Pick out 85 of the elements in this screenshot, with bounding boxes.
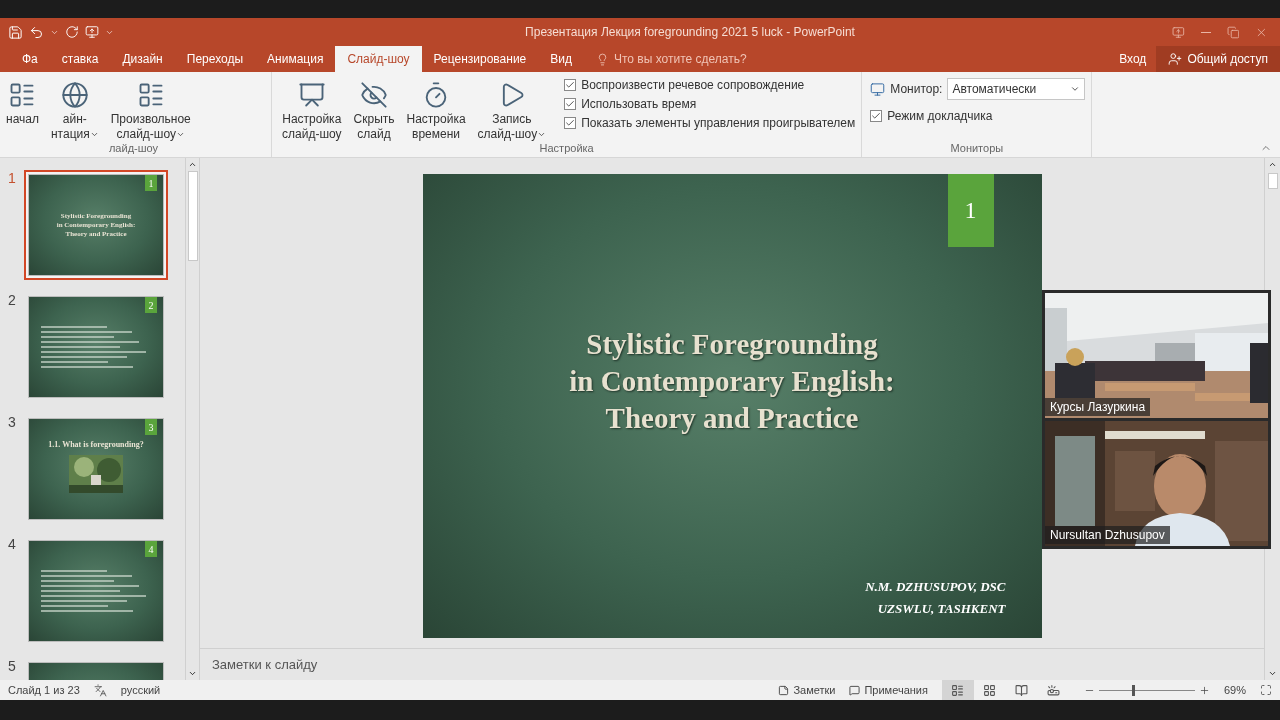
- view-button[interactable]: [941, 680, 974, 700]
- ribbon-button[interactable]: начал: [2, 76, 43, 129]
- scroll-down-icon[interactable]: [1268, 669, 1277, 678]
- slide-number: 2: [8, 292, 17, 310]
- slide-number: 5: [8, 658, 17, 676]
- participant-name: Курсы Лазуркина: [1045, 398, 1151, 416]
- checkbox[interactable]: [564, 117, 577, 129]
- zoom-level[interactable]: 69%: [1223, 684, 1246, 696]
- group-label: Настройка: [538, 141, 595, 156]
- author-text: UZSWLU, TASHKENT: [876, 600, 1006, 618]
- ribbon-button[interactable]: Произвольное слайд-шоу: [106, 76, 195, 144]
- ribbon-button[interactable]: айн- нтация: [46, 76, 103, 144]
- scroll-up-icon[interactable]: [1268, 160, 1277, 169]
- share-button[interactable]: Общий доступ: [1156, 46, 1280, 72]
- checkbox[interactable]: [564, 79, 577, 91]
- ribbon-tab[interactable]: Дизайн: [110, 46, 175, 72]
- ribbon-button[interactable]: Скрыть слайд: [349, 76, 399, 144]
- language-label[interactable]: русский: [120, 684, 161, 696]
- slide-number-badge: 1: [947, 174, 994, 247]
- tell-me-field[interactable]: Что вы хотите сделать?: [584, 46, 759, 72]
- ribbon-tab[interactable]: Переходы: [174, 46, 256, 72]
- window-title: Презентация Лекция foregrounding 2021 5 luck - PowerPoint: [524, 25, 856, 39]
- checkbox-label: Воспроизвести речевое сопровождение: [581, 78, 805, 92]
- globe-icon: [60, 81, 89, 109]
- zoom-in-icon[interactable]: [1198, 684, 1210, 696]
- book-icon: [1015, 683, 1029, 697]
- notes-button[interactable]: Заметки: [778, 684, 836, 696]
- slideshow-icon[interactable]: [85, 25, 99, 39]
- monitor-icon: [870, 81, 886, 97]
- hidden-slide-icon: [360, 81, 389, 109]
- comments-button[interactable]: Примечания: [849, 684, 928, 696]
- scrollbar-thumb[interactable]: [187, 171, 198, 261]
- ribbon-button[interactable]: Запись слайд-шоу: [473, 76, 551, 144]
- participant-name: Nursultan Dzhusupov: [1045, 526, 1170, 544]
- ribbon-tab[interactable]: Вид: [538, 46, 584, 72]
- lightbulb-icon: [596, 52, 609, 66]
- normal-view-icon: [951, 683, 965, 697]
- display-options-icon[interactable]: [1172, 25, 1185, 39]
- slide-number-badge: 3: [145, 419, 157, 435]
- scroll-down-icon[interactable]: [188, 669, 197, 678]
- group-label: Мониторы: [949, 141, 1005, 156]
- checkbox-label: Показать элементы управления проигрывателем: [581, 116, 856, 130]
- checkbox[interactable]: [870, 110, 883, 122]
- slide-number: 4: [8, 536, 17, 554]
- scroll-up-icon[interactable]: [188, 160, 197, 169]
- undo-icon[interactable]: [29, 24, 44, 40]
- minimize-icon[interactable]: [1200, 31, 1211, 33]
- checkbox[interactable]: [564, 98, 577, 110]
- checkbox-label: Режим докладчика: [887, 109, 993, 123]
- slide-number-badge: 2: [145, 297, 157, 313]
- projector-icon: [1047, 683, 1061, 697]
- scrollbar-thumb[interactable]: [1267, 173, 1278, 189]
- slide-number: 1: [8, 170, 17, 188]
- ribbon-button[interactable]: Настройка времени: [402, 76, 470, 144]
- group-label: лайд-шоу: [107, 141, 160, 156]
- slide-title: Stylistic Foregrounding: [585, 327, 879, 362]
- scrollbar[interactable]: [185, 158, 199, 680]
- ribbon-button[interactable]: Настройка слайд-шоу: [278, 76, 346, 144]
- checkbox-label: Использовать время: [581, 97, 697, 111]
- slide-number-badge: 1: [145, 175, 157, 191]
- spellcheck-icon[interactable]: [93, 683, 107, 697]
- fit-to-window-icon[interactable]: [1260, 684, 1272, 696]
- grid-view-icon: [983, 683, 997, 697]
- projector-screen-icon: [297, 81, 326, 109]
- notes-icon: [778, 684, 790, 696]
- slide-title: Theory and Practice: [604, 401, 860, 436]
- monitor-label: Монитор:: [890, 82, 943, 96]
- sign-in-link[interactable]: Вход: [1109, 46, 1157, 72]
- comment-icon: [849, 684, 861, 696]
- ribbon-tab[interactable]: Анимация: [255, 46, 336, 72]
- redo-icon[interactable]: [65, 25, 79, 39]
- author-text: N.M. DZHUSUPOV, DSC: [865, 578, 1006, 596]
- ribbon-tab[interactable]: Фа: [10, 46, 50, 72]
- slide-title: in Contemporary English:: [569, 364, 895, 399]
- caret-icon: [1070, 84, 1081, 94]
- slide-number-badge: 4: [145, 541, 157, 557]
- ribbon-tab[interactable]: Рецензирование: [421, 46, 539, 72]
- slide-title: 1.1. What is foregrounding?: [48, 439, 144, 449]
- slide-number: 3: [8, 414, 17, 432]
- monitor-select[interactable]: Автоматически: [947, 78, 1086, 100]
- ribbon-tab[interactable]: ставка: [49, 46, 111, 72]
- user-icon: [1168, 52, 1183, 66]
- save-icon[interactable]: [8, 24, 23, 40]
- slide-counter: Слайд 1 из 23: [8, 684, 80, 696]
- ribbon-tab[interactable]: Слайд-шоу: [335, 46, 422, 72]
